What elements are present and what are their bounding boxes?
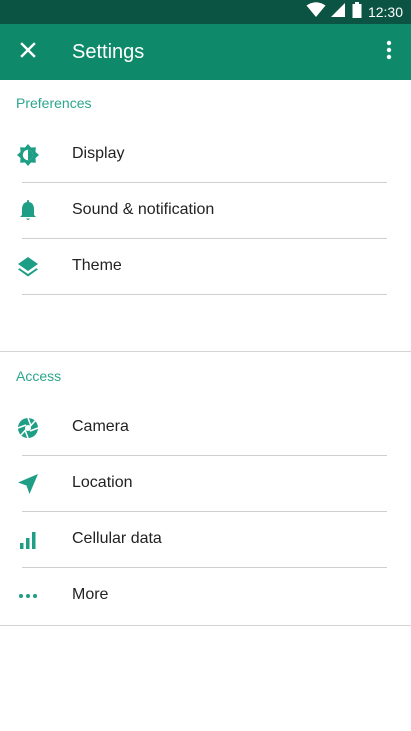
navigation-arrow-icon [16, 472, 40, 496]
row-divider [22, 294, 387, 295]
settings-item-label: Sound & notification [72, 201, 215, 218]
settings-item-label: Location [72, 474, 133, 491]
settings-item-label: Theme [72, 257, 122, 274]
close-icon [20, 41, 36, 63]
battery-icon [352, 1, 362, 23]
camera-shutter-icon [16, 416, 40, 440]
brightness-icon [16, 143, 40, 167]
settings-item-location[interactable]: Location [0, 456, 411, 512]
status-icons: 12:30 [306, 0, 411, 24]
section-divider [0, 351, 411, 352]
settings-item-sound-notification[interactable]: Sound & notification [0, 183, 411, 239]
close-button[interactable] [14, 38, 42, 66]
page-title: Settings [72, 41, 145, 63]
wifi-icon [306, 1, 326, 23]
app-bar: Settings [0, 24, 411, 80]
status-bar: 12:30 [0, 0, 411, 24]
section-divider [0, 625, 411, 626]
settings-item-display[interactable]: Display [0, 127, 411, 183]
settings-item-label: More [72, 586, 109, 603]
settings-item-theme[interactable]: Theme [0, 239, 411, 295]
bell-icon [16, 199, 40, 223]
settings-item-label: Display [72, 145, 125, 162]
section-header-access: Access [16, 368, 62, 384]
overflow-menu-button[interactable] [375, 38, 403, 66]
signal-bars-icon [16, 528, 40, 552]
settings-item-cellular-data[interactable]: Cellular data [0, 512, 411, 568]
more-vert-icon [386, 40, 392, 65]
settings-item-more[interactable]: More [0, 568, 411, 624]
more-dots-icon [16, 584, 40, 608]
status-time: 12:30 [367, 4, 403, 20]
settings-item-label: Camera [72, 418, 129, 435]
section-header-preferences: Preferences [16, 95, 92, 111]
layers-icon [16, 255, 40, 279]
settings-item-label: Cellular data [72, 530, 162, 547]
cell-signal-icon [330, 2, 346, 23]
settings-item-camera[interactable]: Camera [0, 400, 411, 456]
